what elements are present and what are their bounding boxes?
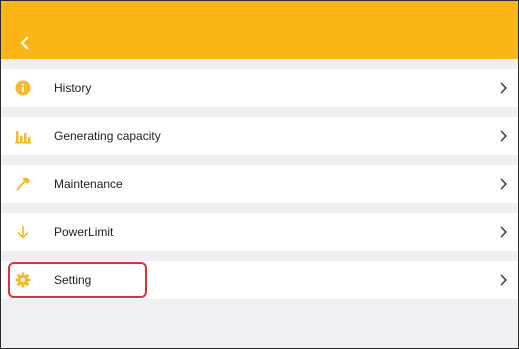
chevron-right-icon	[498, 273, 508, 287]
menu-item-maintenance[interactable]: Maintenance	[1, 165, 518, 203]
info-circle-icon	[15, 80, 31, 96]
app-window: History Generating capacity Maintenance …	[0, 0, 519, 349]
menu-item-powerlimit[interactable]: PowerLimit	[1, 213, 518, 251]
menu-item-label: History	[54, 81, 92, 95]
settings-menu: History Generating capacity Maintenance …	[1, 69, 518, 309]
hammer-icon	[15, 176, 31, 192]
chevron-right-icon	[498, 177, 508, 191]
menu-item-setting[interactable]: Setting	[1, 261, 518, 299]
top-bar	[1, 1, 518, 59]
chevron-left-icon	[20, 36, 29, 50]
bar-chart-icon	[15, 128, 31, 144]
menu-item-history[interactable]: History	[1, 69, 518, 107]
chevron-right-icon	[498, 225, 508, 239]
gear-icon	[15, 272, 31, 288]
menu-item-generating-capacity[interactable]: Generating capacity	[1, 117, 518, 155]
back-button[interactable]	[13, 31, 37, 55]
menu-item-label: Setting	[54, 273, 92, 287]
menu-item-label: Maintenance	[54, 177, 123, 191]
chevron-right-icon	[498, 81, 508, 95]
menu-item-label: PowerLimit	[54, 225, 114, 239]
arrow-down-icon	[15, 224, 31, 240]
menu-item-label: Generating capacity	[54, 129, 161, 143]
chevron-right-icon	[498, 129, 508, 143]
